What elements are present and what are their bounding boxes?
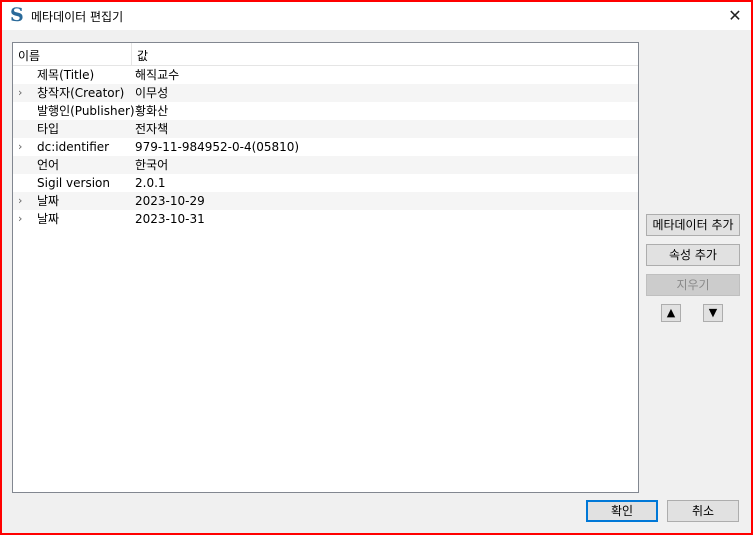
tree-row[interactable]: 타입 전자책 bbox=[13, 120, 638, 138]
add-metadata-button[interactable]: 메타데이터 추가 bbox=[646, 214, 740, 236]
metadata-editor-dialog: S 메타데이터 편집기 ✕ 이름 값 제목(Title) 해직교수 › 창작자(Cre… bbox=[2, 2, 751, 533]
column-header-value[interactable]: 값 bbox=[137, 47, 148, 64]
row-name: dc:identifier bbox=[37, 140, 110, 154]
row-value[interactable]: 2023-10-29 bbox=[135, 192, 205, 210]
metadata-tree[interactable]: 이름 값 제목(Title) 해직교수 › 창작자(Creator) 이무성 발행인(Pu… bbox=[12, 42, 639, 493]
tree-row[interactable]: 제목(Title) 해직교수 bbox=[13, 66, 638, 84]
close-button[interactable]: ✕ bbox=[719, 2, 751, 30]
cancel-button[interactable]: 취소 bbox=[667, 500, 739, 522]
sigil-app-icon: S bbox=[10, 4, 24, 26]
row-value[interactable]: 한국어 bbox=[135, 156, 168, 174]
row-name: 창작자(Creator) bbox=[37, 86, 125, 100]
column-divider[interactable] bbox=[131, 43, 132, 65]
chevron-right-icon[interactable]: › bbox=[18, 138, 30, 156]
tree-header: 이름 값 bbox=[13, 43, 638, 66]
chevron-right-icon[interactable]: › bbox=[18, 84, 30, 102]
row-value[interactable]: 황화산 bbox=[135, 102, 168, 120]
row-value[interactable]: 979-11-984952-0-4(05810) bbox=[135, 138, 299, 156]
remove-button[interactable]: 지우기 bbox=[646, 274, 740, 296]
row-value[interactable]: 2.0.1 bbox=[135, 174, 166, 192]
arrow-down-icon: ▼ bbox=[708, 306, 718, 319]
tree-row[interactable]: › 날짜 2023-10-31 bbox=[13, 210, 638, 228]
row-name: 발행인(Publisher) bbox=[37, 104, 135, 118]
column-header-name[interactable]: 이름 bbox=[18, 47, 40, 64]
row-value[interactable]: 해직교수 bbox=[135, 66, 179, 84]
row-name: 언어 bbox=[37, 158, 60, 172]
tree-row[interactable]: 발행인(Publisher) 황화산 bbox=[13, 102, 638, 120]
arrow-up-icon: ▲ bbox=[666, 306, 676, 319]
tree-row[interactable]: › 날짜 2023-10-29 bbox=[13, 192, 638, 210]
tree-row[interactable]: › dc:identifier 979-11-984952-0-4(05810) bbox=[13, 138, 638, 156]
ok-button[interactable]: 확인 bbox=[586, 500, 658, 522]
row-value[interactable]: 전자책 bbox=[135, 120, 168, 138]
move-down-button[interactable]: ▼ bbox=[703, 304, 723, 322]
row-name: Sigil version bbox=[37, 176, 111, 190]
title-bar: S 메타데이터 편집기 ✕ bbox=[2, 2, 751, 30]
window-title: 메타데이터 편집기 bbox=[31, 10, 124, 24]
row-name: 날짜 bbox=[37, 194, 60, 208]
move-up-button[interactable]: ▲ bbox=[661, 304, 681, 322]
row-name: 타입 bbox=[37, 122, 60, 136]
tree-row[interactable]: › 창작자(Creator) 이무성 bbox=[13, 84, 638, 102]
tree-rows: 제목(Title) 해직교수 › 창작자(Creator) 이무성 발행인(Publish… bbox=[13, 66, 638, 228]
row-value[interactable]: 2023-10-31 bbox=[135, 210, 205, 228]
chevron-right-icon[interactable]: › bbox=[18, 210, 30, 228]
chevron-right-icon[interactable]: › bbox=[18, 192, 30, 210]
tree-row[interactable]: 언어 한국어 bbox=[13, 156, 638, 174]
tree-row[interactable]: Sigil version 2.0.1 bbox=[13, 174, 638, 192]
row-value[interactable]: 이무성 bbox=[135, 84, 168, 102]
row-name: 제목(Title) bbox=[37, 68, 95, 82]
row-name: 날짜 bbox=[37, 212, 60, 226]
add-property-button[interactable]: 속성 추가 bbox=[646, 244, 740, 266]
